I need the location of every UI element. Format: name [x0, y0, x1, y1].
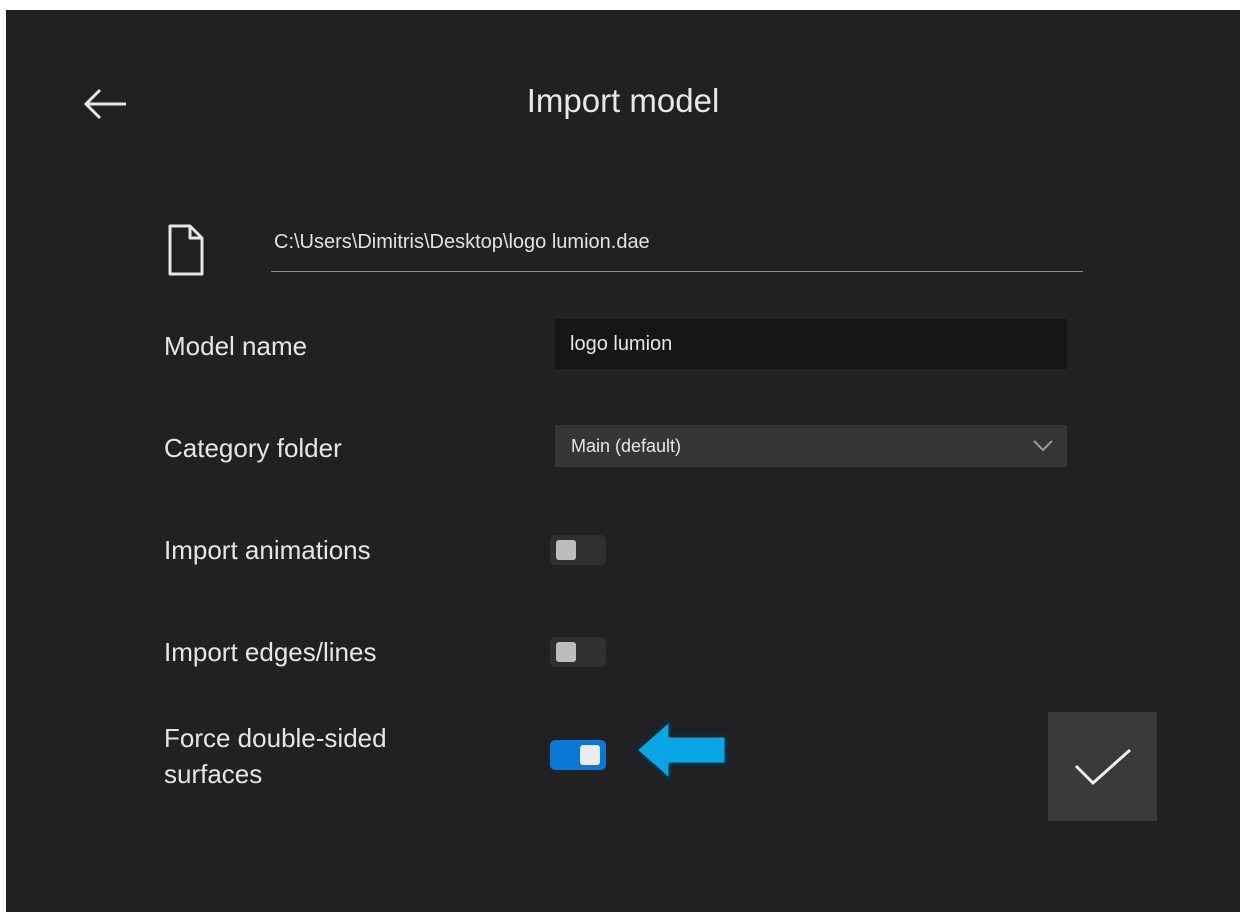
toggle-knob [580, 745, 600, 765]
checkmark-icon [1074, 748, 1131, 786]
category-folder-select[interactable]: Main (default) [555, 425, 1067, 467]
import-model-dialog: Import model C:\Users\Dimitris\Desktop\l… [6, 10, 1240, 912]
toggle-knob [556, 540, 576, 560]
page-title: Import model [526, 82, 720, 119]
import-animations-label: Import animations [164, 535, 371, 565]
model-name-input[interactable] [555, 319, 1067, 369]
chevron-down-icon [1033, 440, 1053, 452]
force-double-sided-toggle[interactable] [550, 740, 606, 770]
force-double-sided-label-line2: surfaces [164, 759, 263, 789]
model-name-label: Model name [164, 331, 308, 361]
category-folder-label: Category folder [164, 433, 342, 463]
file-path-field[interactable]: C:\Users\Dimitris\Desktop\logo lumion.da… [271, 226, 1083, 272]
import-animations-toggle[interactable] [550, 535, 606, 565]
toggle-knob [556, 642, 576, 662]
file-icon [164, 222, 208, 278]
import-edges-label: Import edges/lines [164, 637, 377, 667]
confirm-button[interactable] [1048, 712, 1157, 821]
force-double-sided-label-line1: Force double-sided [164, 723, 387, 753]
import-edges-toggle[interactable] [550, 637, 606, 667]
category-folder-value: Main (default) [571, 436, 682, 456]
annotation-arrow-icon [628, 712, 732, 788]
